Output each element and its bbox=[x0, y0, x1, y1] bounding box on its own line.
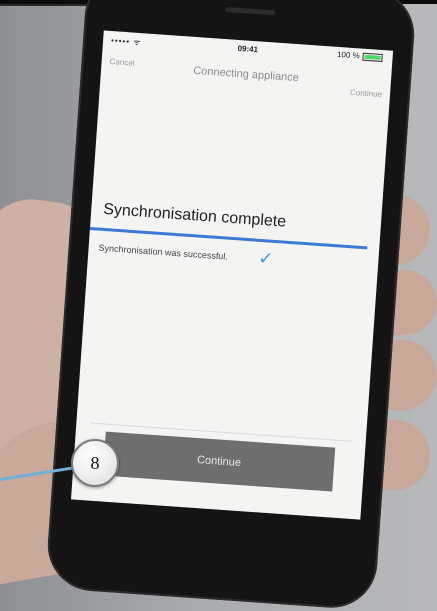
sync-heading: Synchronisation complete bbox=[102, 200, 287, 231]
phone-device: ••••• ᯤ 09:41 100 % Cancel Connecting ap… bbox=[44, 0, 418, 611]
nav-continue-button[interactable]: Continue bbox=[350, 88, 383, 99]
sync-message: Synchronisation was successful. bbox=[98, 242, 229, 262]
callout-number-badge: 8 bbox=[71, 439, 119, 487]
check-icon: ✓ bbox=[257, 247, 275, 269]
battery-icon bbox=[362, 52, 383, 62]
earpiece-speaker bbox=[225, 6, 276, 16]
phone-screen: ••••• ᯤ 09:41 100 % Cancel Connecting ap… bbox=[71, 30, 394, 520]
battery-fill bbox=[364, 54, 381, 60]
continue-button[interactable]: Continue bbox=[102, 431, 336, 492]
battery-percent: 100 % bbox=[336, 49, 360, 61]
